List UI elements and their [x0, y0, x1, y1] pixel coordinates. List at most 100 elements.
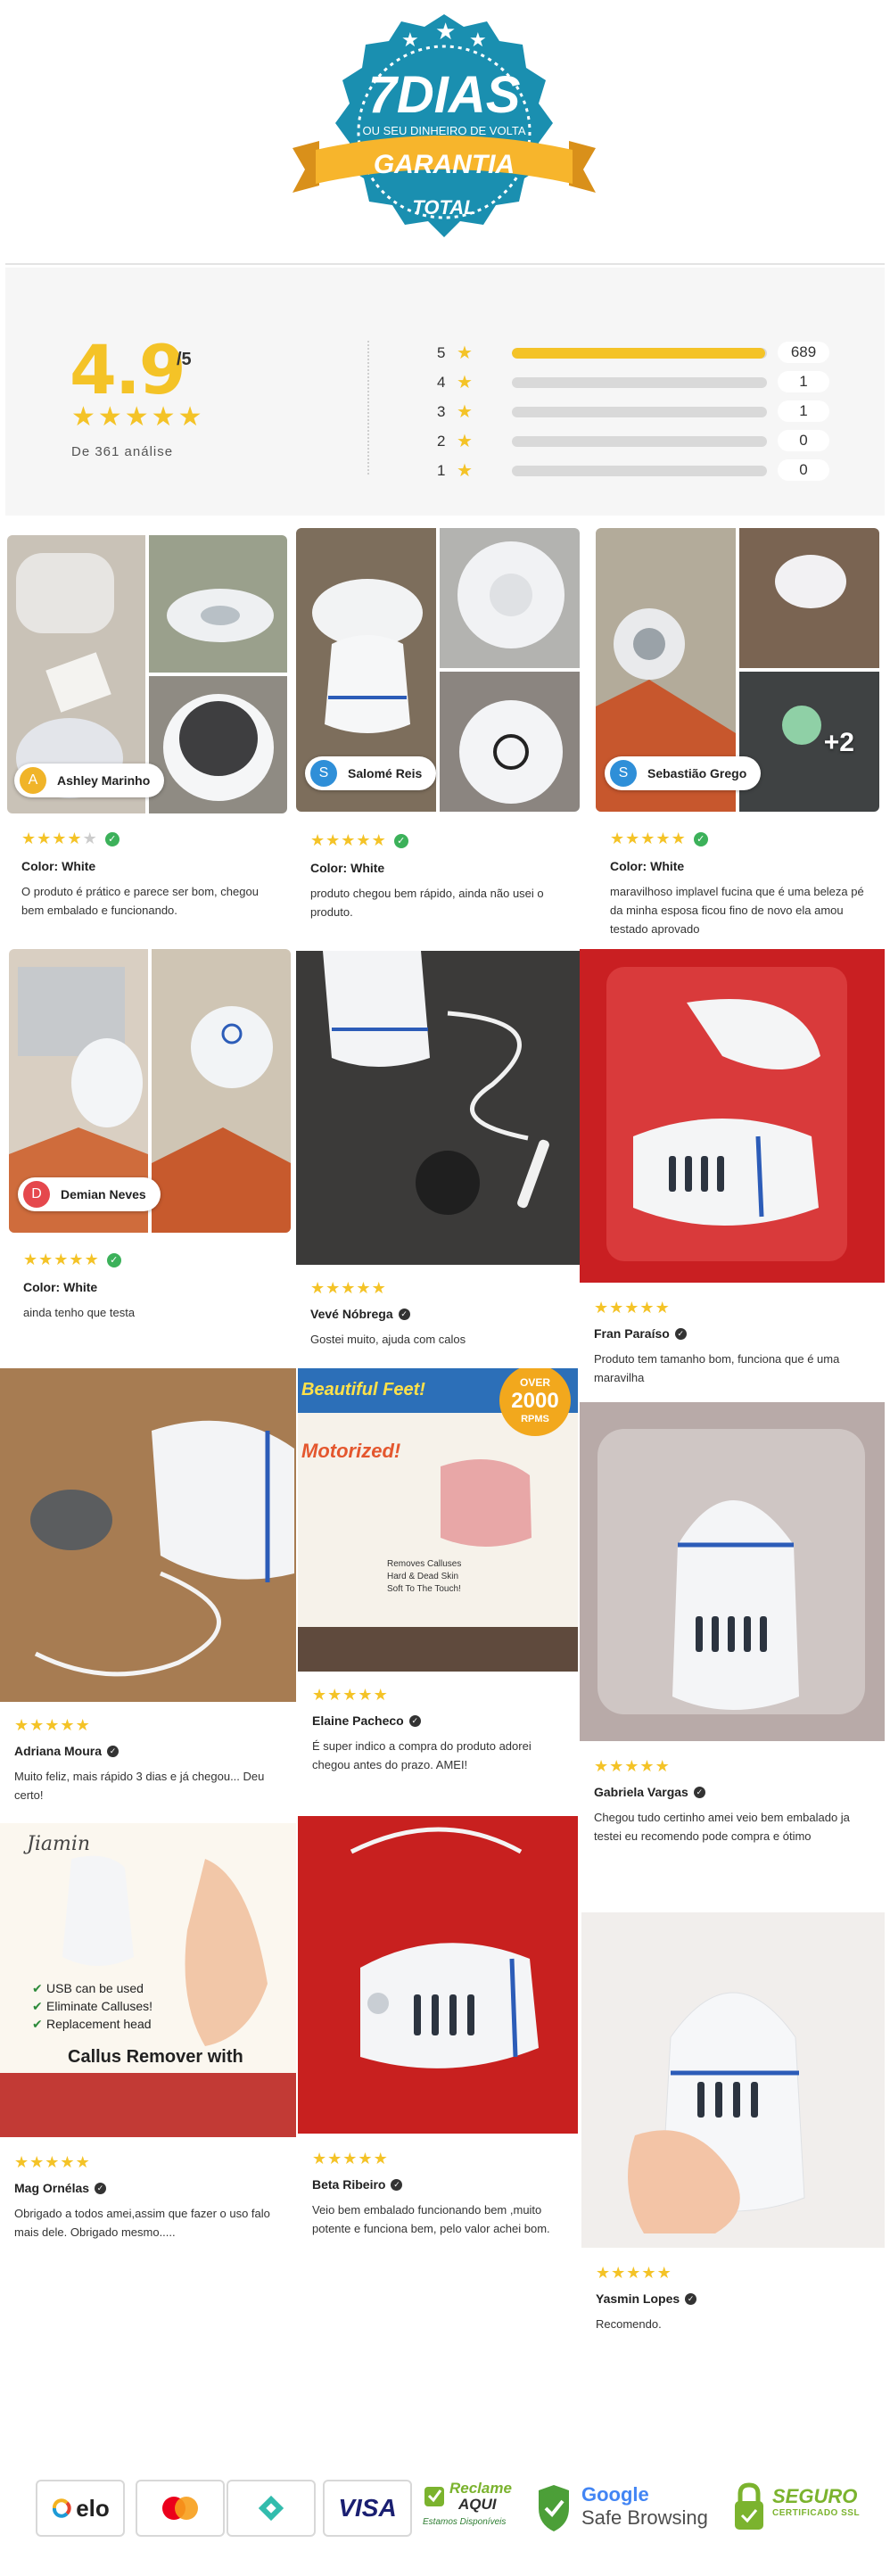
review-card[interactable]: ★★★★★ Yasmin Lopes ✓ Recomendo.	[581, 1912, 885, 2358]
review-card[interactable]: +2 S Sebastião Grego ★★★★★ ✓ Color: White…	[596, 528, 879, 947]
review-author: Beta Ribeiro ✓	[312, 2177, 569, 2192]
star-icon: ★	[21, 830, 37, 847]
review-text: produto chegou bem rápido, ainda não use…	[310, 887, 544, 919]
review-photo[interactable]	[440, 528, 580, 668]
star-icon: ★	[457, 432, 473, 451]
box-headline: Beautiful Feet!	[301, 1380, 425, 1399]
author-name: Beta Ribeiro	[312, 2177, 386, 2192]
review-photo[interactable]: Beautiful Feet! OVER 2000 RPMS Motorized…	[298, 1368, 578, 1672]
reclame-bot: Estamos Disponíveis	[423, 2517, 507, 2527]
star-icon: ★	[45, 1716, 61, 1734]
star-icon: ★	[310, 1279, 326, 1297]
rating-row-5[interactable]: 5 ★ 689	[437, 341, 847, 366]
review-card[interactable]: ★★★★★ Gabriela Vargas ✓ Chegou tudo certi…	[580, 1402, 885, 1902]
review-photo[interactable]	[152, 949, 291, 1233]
star-icon: ★	[310, 831, 326, 849]
review-photo[interactable]	[149, 535, 287, 673]
star-icon: ★	[312, 1686, 328, 1704]
verified-icon: ✓	[693, 1786, 705, 1798]
rating-row-4[interactable]: 4 ★ 1	[437, 370, 847, 395]
review-photo[interactable]	[580, 949, 885, 1283]
box-brand: Jiamin	[23, 1833, 90, 1855]
rating-bar	[512, 407, 767, 417]
review-variant: Color: White	[310, 861, 385, 875]
more-photos-count[interactable]: +2	[824, 728, 854, 758]
star-icon: ★	[84, 1251, 100, 1268]
review-card[interactable]: ★★★★★ Adriana Moura ✓ Muito feliz, mais r…	[0, 1368, 296, 1832]
rating-row-2[interactable]: 2 ★ 0	[437, 429, 847, 454]
review-author: S Salomé Reis	[305, 756, 437, 790]
review-card[interactable]: Beautiful Feet! OVER 2000 RPMS Motorized…	[298, 1368, 578, 1814]
review-stars: ★★★★★	[23, 1251, 100, 1269]
review-body: ★★★★★ Beta Ribeiro ✓ Veio bem embalado fu…	[312, 2150, 569, 2238]
avatar: S	[310, 760, 337, 787]
review-photo[interactable]: Jiamin USB can be used Eliminate Calluse…	[0, 1823, 296, 2137]
review-photo[interactable]	[298, 1816, 578, 2134]
star-icon: ★	[594, 1757, 610, 1775]
star-icon: ★	[371, 831, 387, 849]
star-icon: ★	[67, 830, 83, 847]
review-author: Fran Paraíso ✓	[594, 1326, 876, 1341]
star-icon: ★	[610, 830, 626, 847]
verified-icon: ✓	[104, 832, 119, 846]
review-photo[interactable]: +2	[739, 672, 879, 812]
review-photo[interactable]	[0, 1368, 296, 1702]
star-icon: ★	[609, 1299, 625, 1317]
review-card[interactable]: ★★★★★ Fran Paraíso ✓ Produto tem tamanho …	[580, 949, 885, 1413]
svg-text:✔: ✔	[32, 2018, 43, 2032]
review-body: ★★★★★ Yasmin Lopes ✓ Recomendo.	[596, 2264, 876, 2333]
review-stars: ★★★★★	[310, 831, 387, 850]
verified-icon: ✓	[685, 2292, 697, 2305]
star-icon: ★	[358, 2150, 374, 2167]
review-photo[interactable]	[581, 1912, 885, 2248]
review-author: A Ashley Marinho	[14, 764, 165, 797]
star-icon: ★	[596, 2264, 612, 2282]
author-name: Ashley Marinho	[57, 773, 151, 788]
visa-logo: VISA	[323, 2480, 412, 2537]
average-rating: 4.9	[70, 330, 186, 409]
review-photo[interactable]	[580, 1402, 885, 1741]
star-icon: ★	[326, 1279, 342, 1297]
star-icon: ★	[671, 830, 687, 847]
review-card[interactable]: A Ashley Marinho ★★★★★ ✓ Color: White O p…	[7, 535, 287, 937]
review-card[interactable]: ★★★★★ Vevé Nóbrega ✓ Gostei muito, ajuda …	[296, 951, 580, 1352]
star-icon: ★	[327, 2150, 343, 2167]
rating-bar	[512, 466, 767, 476]
review-text: Produto tem tamanho bom, funciona que é …	[594, 1352, 840, 1384]
star-icon: ★	[312, 2150, 328, 2167]
review-author: S Sebastião Grego	[605, 756, 762, 790]
lock-icon	[735, 2482, 763, 2530]
rating-row-1[interactable]: 1 ★ 0	[437, 458, 847, 483]
review-body: ★★★★★ Elaine Pacheco ✓ É super indico a c…	[312, 1686, 569, 1774]
ssl-seal: SEGURO CERTIFICADO SSL	[772, 2485, 888, 2535]
review-text: maravilhoso implavel fucina que é uma be…	[610, 885, 864, 936]
review-card[interactable]: ★★★★★ Beta Ribeiro ✓ Veio bem embalado fu…	[298, 1816, 578, 2262]
review-photo[interactable]	[149, 676, 287, 813]
review-photo[interactable]	[440, 672, 580, 812]
svg-text:✔: ✔	[32, 1982, 43, 1996]
review-card[interactable]: S Salomé Reis ★★★★★ ✓ Color: White produt…	[296, 528, 580, 929]
review-stars: ★★★★★	[312, 1686, 389, 1705]
badge-days: 7DIAS	[368, 66, 521, 124]
author-name: Sebastião Grego	[647, 766, 747, 780]
google-text: Google	[581, 2483, 649, 2506]
star-icon: ★	[625, 830, 641, 847]
review-card[interactable]: D Demian Neves ★★★★★ ✓ Color: White ainda…	[9, 949, 291, 1333]
rating-row-label: 2	[437, 433, 446, 450]
author-name: Elaine Pacheco	[312, 1713, 404, 1728]
review-card[interactable]: Jiamin USB can be used Eliminate Calluse…	[0, 1823, 296, 2269]
review-variant: Color: White	[23, 1280, 98, 1294]
star-icon: ★	[655, 830, 672, 847]
review-photo[interactable]	[739, 528, 879, 668]
rating-row-count: 1	[778, 400, 829, 422]
verified-icon: ✓	[693, 832, 708, 846]
star-icon: ★	[29, 2153, 45, 2171]
box-bullet-3: Replacement head	[46, 2017, 152, 2031]
rating-row-count: 1	[778, 371, 829, 392]
star-icon: ★	[75, 2153, 91, 2171]
star-icon: ★	[60, 2153, 76, 2171]
rating-row-3[interactable]: 3 ★ 1	[437, 400, 847, 425]
star-icon: ★	[69, 1251, 85, 1268]
box-line3: Soft To The Touch!	[387, 1584, 461, 1594]
review-photo[interactable]	[296, 951, 580, 1265]
